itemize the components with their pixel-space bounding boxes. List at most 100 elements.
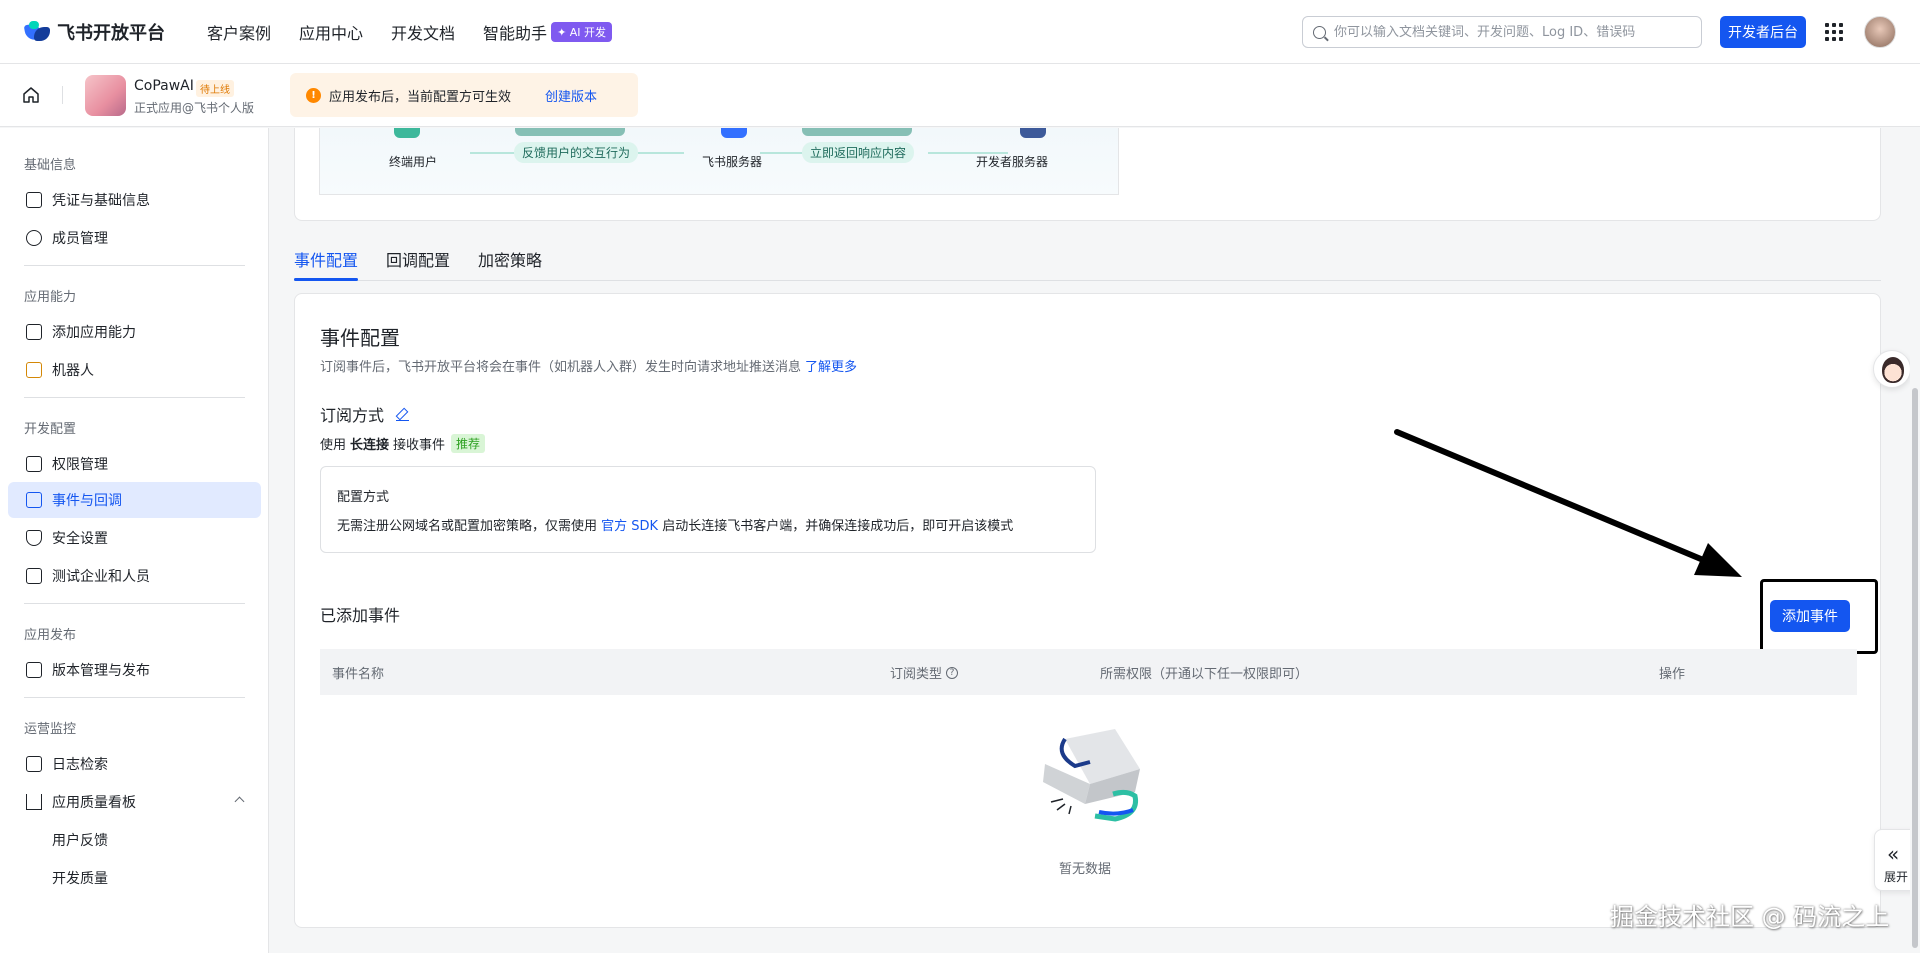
app-name: CoPawAI (134, 78, 194, 94)
help-icon[interactable]: ? (946, 666, 959, 679)
flow-pill-response: 立即返回响应内容 (802, 142, 915, 163)
sidebar-item-user-feedback[interactable]: 用户反馈 (8, 822, 261, 858)
flow-arrow (638, 152, 684, 154)
flow-node-user: 终端用户 (389, 155, 438, 169)
sidebar-item-label: 凭证与基础信息 (52, 193, 150, 209)
sidebar-item-label: 权限管理 (52, 457, 108, 473)
added-events-title: 已添加事件 (320, 606, 401, 625)
expand-label: 展开 (1884, 870, 1909, 884)
flow-node-feishu-server: 飞书服务器 (702, 155, 763, 169)
sidebar-section-publish: 应用发布 (24, 628, 77, 643)
official-sdk-link[interactable]: 官方 SDK (601, 519, 658, 534)
sidebar-item-label: 机器人 (52, 363, 94, 379)
id-card-icon (26, 192, 42, 208)
create-version-link[interactable]: 创建版本 (545, 86, 597, 105)
sidebar-item-dev-quality[interactable]: 开发质量 (8, 860, 261, 896)
tab-callback-config[interactable]: 回调配置 (386, 247, 450, 271)
developer-console-button[interactable]: 开发者后台 (1720, 16, 1806, 48)
config-text-a: 无需注册公网域名或配置加密策略，仅需使用 (337, 519, 598, 534)
sidebar-section-basic: 基础信息 (24, 158, 77, 173)
notice-text: 应用发布后，当前配置方可生效 (329, 89, 512, 105)
subscription-mode-label: 订阅方式 (320, 406, 385, 425)
app-avatar (85, 75, 126, 116)
mode-name: 长连接 (350, 438, 390, 453)
config-tabs: 事件配置 回调配置 加密策略 (294, 234, 1881, 281)
sidebar-item-test-tenants[interactable]: 测试企业和人员 (8, 558, 261, 594)
sidebar-item-permissions[interactable]: 权限管理 (8, 446, 261, 482)
sidebar-section-monitoring: 运营监控 (24, 722, 77, 737)
empty-state-text: 暂无数据 (1059, 862, 1112, 877)
recommended-tag: 推荐 (451, 434, 486, 453)
tab-event-config[interactable]: 事件配置 (294, 247, 358, 271)
user-add-icon (26, 230, 42, 246)
sidebar-section-capabilities: 应用能力 (24, 290, 77, 305)
subscription-mode-title: 订阅方式 (320, 402, 410, 426)
learn-more-link[interactable]: 了解更多 (805, 360, 857, 375)
publish-notice: ! 应用发布后，当前配置方可生效 创建版本 (290, 73, 638, 117)
main-nav: 客户案例 应用中心 开发文档 智能助手 ✦ AI 开发 (207, 20, 640, 44)
chevron-up-icon[interactable] (234, 796, 245, 807)
user-node-icon (394, 128, 420, 138)
sidebar-item-security[interactable]: 安全设置 (8, 520, 261, 556)
app-type: 正式应用@飞书个人版 (134, 101, 255, 115)
sidebar-item-bot[interactable]: 机器人 (8, 352, 261, 388)
col-required-permissions: 所需权限（开通以下任一权限即可） (1100, 667, 1309, 682)
edit-icon[interactable] (396, 408, 410, 421)
add-event-button[interactable]: 添加事件 (1770, 600, 1850, 632)
sidebar-item-label: 用户反馈 (52, 833, 108, 849)
grid-add-icon (26, 324, 42, 340)
bar-chart-icon (26, 794, 42, 810)
flow-pill-feedback: 反馈用户的交互行为 (514, 142, 639, 163)
mode-suffix: 接收事件 (393, 438, 446, 453)
home-icon[interactable] (22, 86, 40, 104)
sidebar-item-members[interactable]: 成员管理 (8, 220, 261, 256)
dev-server-node-icon (1020, 128, 1046, 138)
sidebar-item-add-capability[interactable]: 添加应用能力 (8, 314, 261, 350)
sidebar-item-quality-board[interactable]: 应用质量看板 (8, 784, 261, 820)
sidebar-item-label: 应用质量看板 (52, 795, 136, 811)
config-text-b: 启动长连接飞书客户端，并确保连接成功后，即可开启该模式 (662, 519, 1014, 534)
ai-badge: ✦ AI 开发 (551, 21, 613, 42)
empty-state-illustration (1043, 729, 1140, 822)
sidebar-item-label: 成员管理 (52, 231, 108, 247)
code-icon (26, 568, 42, 584)
nav-ai-assistant[interactable]: 智能助手 ✦ AI 开发 (483, 20, 613, 44)
robot-icon (26, 362, 42, 378)
sidebar-section-dev-config: 开发配置 (24, 422, 77, 437)
nav-dev-docs[interactable]: 开发文档 (391, 20, 455, 44)
sidebar-item-label: 开发质量 (52, 871, 108, 887)
upload-icon (26, 662, 42, 678)
logo-text: 飞书开放平台 (57, 22, 165, 44)
double-chevron-left-icon: « (1887, 842, 1900, 866)
user-avatar[interactable] (1864, 16, 1896, 48)
assistant-avatar[interactable] (1873, 350, 1911, 388)
panel-description: 订阅事件后，飞书开放平台将会在事件（如机器人入群）发生时向请求地址推送消息 了解更… (320, 356, 857, 375)
sidebar-item-label: 安全设置 (52, 531, 108, 547)
sidebar-item-log-search[interactable]: 日志检索 (8, 746, 261, 782)
col-subscription-type: 订阅类型? (890, 663, 959, 682)
sidebar-divider (24, 603, 245, 604)
sidebar-item-credentials[interactable]: 凭证与基础信息 (8, 182, 261, 218)
flow-pill-top (515, 128, 625, 136)
sidebar-item-events-callbacks[interactable]: 事件与回调 (8, 482, 261, 518)
nav-ai-assistant-label: 智能助手 (483, 23, 548, 43)
search-input[interactable] (1334, 24, 1674, 40)
apps-grid-icon[interactable] (1825, 23, 1843, 41)
search-box[interactable] (1302, 16, 1702, 48)
event-config-panel: 事件配置 订阅事件后，飞书开放平台将会在事件（如机器人入群）发生时向请求地址推送… (294, 293, 1881, 928)
lock-box-icon (26, 456, 42, 472)
panel-description-text: 订阅事件后，飞书开放平台将会在事件（如机器人入群）发生时向请求地址推送消息 (320, 360, 802, 375)
app-header: CoPawAI 待上线 正式应用@飞书个人版 ! 应用发布后，当前配置方可生效 … (0, 64, 1920, 127)
col-actions: 操作 (1659, 667, 1686, 682)
scrollbar-thumb[interactable] (1912, 388, 1918, 948)
nav-app-center[interactable]: 应用中心 (299, 20, 363, 44)
flow-node-dev-server: 开发者服务器 (976, 155, 1049, 169)
page-scrollbar[interactable] (1910, 128, 1920, 953)
tab-active-indicator (294, 278, 358, 281)
col-subscription-type-label: 订阅类型 (890, 667, 943, 682)
tab-encryption[interactable]: 加密策略 (478, 247, 542, 271)
nav-customer-cases[interactable]: 客户案例 (207, 20, 271, 44)
platform-logo[interactable]: 飞书开放平台 (23, 19, 165, 45)
log-search-icon (26, 756, 42, 772)
sidebar-item-versions[interactable]: 版本管理与发布 (8, 652, 261, 688)
